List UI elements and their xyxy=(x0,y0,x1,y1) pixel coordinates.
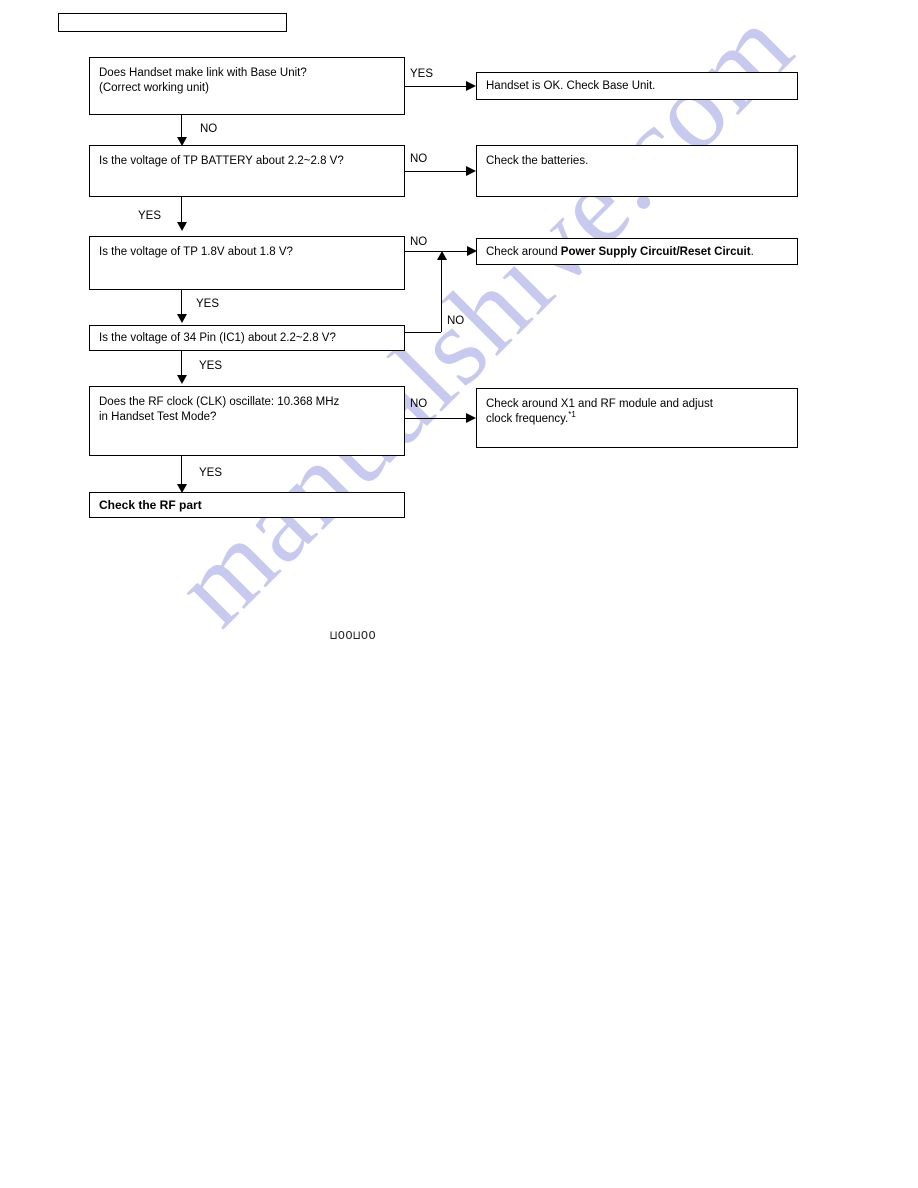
action-3-prefix: Check around xyxy=(486,246,561,258)
terminal-box-check-rf-part: Check the RF part xyxy=(89,492,405,518)
decision-box-handset-link: Does Handset make link with Base Unit? (… xyxy=(89,57,405,115)
connector-d1-no-line xyxy=(181,115,182,139)
action-3-suffix: . xyxy=(750,246,754,258)
action-4-text: Check around X1 and RF module and adjust… xyxy=(486,397,792,426)
action-box-handset-ok: Handset is OK. Check Base Unit. xyxy=(476,72,798,100)
decision-3-text: Is the voltage of TP 1.8V about 1.8 V? xyxy=(99,246,293,258)
edge-label-d2-no: NO xyxy=(410,153,428,165)
connector-d3-yes-line xyxy=(181,290,182,316)
edge-label-d1-no: NO xyxy=(200,123,218,135)
edge-label-d3-no: NO xyxy=(410,236,428,248)
decision-5-text: Does the RF clock (CLK) oscillate: 10.36… xyxy=(99,396,340,423)
edge-label-d3-yes: YES xyxy=(196,298,220,310)
decision-2-text: Is the voltage of TP BATTERY about 2.2~2… xyxy=(99,155,344,167)
decision-box-rf-clock: Does the RF clock (CLK) oscillate: 10.36… xyxy=(89,386,405,456)
action-4-line1: Check around X1 and RF module and adjust xyxy=(486,398,713,410)
action-3-bold: Power Supply Circuit/Reset Circuit xyxy=(560,246,751,258)
connector-d5-yes-line xyxy=(181,456,182,486)
decision-1-text: Does Handset make link with Base Unit? (… xyxy=(99,67,307,94)
terminal-text: Check the RF part xyxy=(99,498,202,512)
connector-d4-no-vline xyxy=(441,260,442,332)
edge-label-d4-yes: YES xyxy=(199,360,223,372)
page-number-mark: ⊔OO⊔OO xyxy=(330,629,377,643)
connector-d2-no-line xyxy=(405,171,467,172)
flowchart-canvas: Does Handset make link with Base Unit? (… xyxy=(0,0,918,1188)
connector-d4-yes-line xyxy=(181,351,182,378)
decision-4-text: Is the voltage of 34 Pin (IC1) about 2.2… xyxy=(99,332,336,344)
connector-d4-no-arrowhead xyxy=(437,251,447,260)
action-3-text: Check around Power Supply Circuit/Reset … xyxy=(486,245,792,260)
decision-box-tp-1-8v: Is the voltage of TP 1.8V about 1.8 V? xyxy=(89,236,405,290)
action-2-text: Check the batteries. xyxy=(486,155,589,167)
connector-d4-yes-arrowhead xyxy=(177,375,187,384)
decision-box-tp-battery: Is the voltage of TP BATTERY about 2.2~2… xyxy=(89,145,405,197)
connector-d2-no-arrowhead xyxy=(466,166,476,176)
action-4-footnote-mark: *1 xyxy=(568,409,576,419)
connector-d2-yes-arrowhead xyxy=(177,222,187,231)
action-1-text: Handset is OK. Check Base Unit. xyxy=(486,80,656,92)
edge-label-d1-yes: YES xyxy=(410,68,434,80)
connector-d1-yes-line xyxy=(405,86,467,87)
connector-d5-no-arrowhead xyxy=(466,413,476,423)
edge-label-d5-yes: YES xyxy=(199,467,223,479)
edge-label-d4-no: NO xyxy=(447,315,465,327)
decision-box-34pin-ic1: Is the voltage of 34 Pin (IC1) about 2.2… xyxy=(89,325,405,351)
action-box-power-supply-reset: Check around Power Supply Circuit/Reset … xyxy=(476,238,798,265)
connector-d4-no-hline xyxy=(405,332,441,333)
connector-d1-yes-arrowhead xyxy=(466,81,476,91)
action-box-x1-rf-module: Check around X1 and RF module and adjust… xyxy=(476,388,798,448)
edge-label-d2-yes: YES xyxy=(138,210,162,222)
header-id-box xyxy=(58,13,287,32)
connector-d3-yes-arrowhead xyxy=(177,314,187,323)
edge-label-d5-no: NO xyxy=(410,398,428,410)
connector-d5-no-line xyxy=(405,418,468,419)
action-box-check-batteries: Check the batteries. xyxy=(476,145,798,197)
connector-d2-yes-line xyxy=(181,197,182,224)
action-4-line2: clock frequency. xyxy=(486,412,569,425)
